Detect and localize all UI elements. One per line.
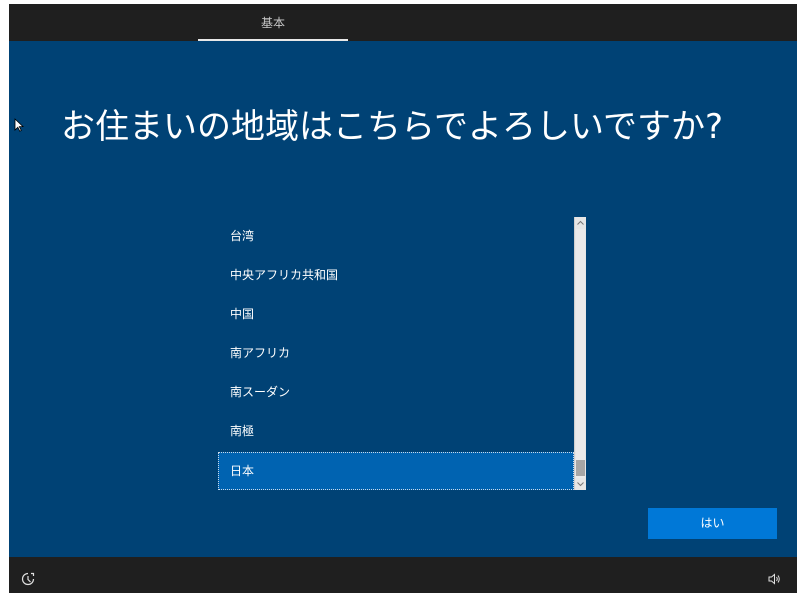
region-list-scrollbar[interactable] <box>574 217 586 490</box>
page-title: お住まいの地域はこちらでよろしいですか? <box>61 107 724 147</box>
scroll-thumb[interactable] <box>576 460 585 476</box>
list-item[interactable]: 中国 <box>218 295 574 333</box>
volume-icon[interactable] <box>767 571 781 585</box>
region-list[interactable]: 台湾 中央アフリカ共和国 中国 南アフリカ 南スーダン 南極 日本 <box>218 217 586 490</box>
list-item[interactable]: 南スーダン <box>218 373 574 411</box>
accessibility-icon[interactable] <box>21 571 35 586</box>
top-bar: 基本 <box>9 4 797 41</box>
tab-basic[interactable]: 基本 <box>198 4 348 41</box>
list-item[interactable]: 中央アフリカ共和国 <box>218 256 574 294</box>
mouse-cursor-icon <box>14 117 25 132</box>
oobe-window: 基本 お住まいの地域はこちらでよろしいですか? 台湾 中央アフリカ共和国 中国 … <box>9 4 797 593</box>
list-item-selected[interactable]: 日本 <box>218 452 574 490</box>
yes-button[interactable]: はい <box>648 508 777 539</box>
list-item[interactable]: 南アフリカ <box>218 334 574 372</box>
bottom-bar <box>9 557 797 593</box>
list-item[interactable]: 南極 <box>218 412 574 450</box>
chevron-up-icon[interactable] <box>575 217 586 229</box>
chevron-down-icon[interactable] <box>575 478 586 490</box>
list-item[interactable]: 台湾 <box>218 217 574 255</box>
scroll-track[interactable] <box>576 229 585 478</box>
main-panel: お住まいの地域はこちらでよろしいですか? 台湾 中央アフリカ共和国 中国 南アフ… <box>9 41 797 557</box>
